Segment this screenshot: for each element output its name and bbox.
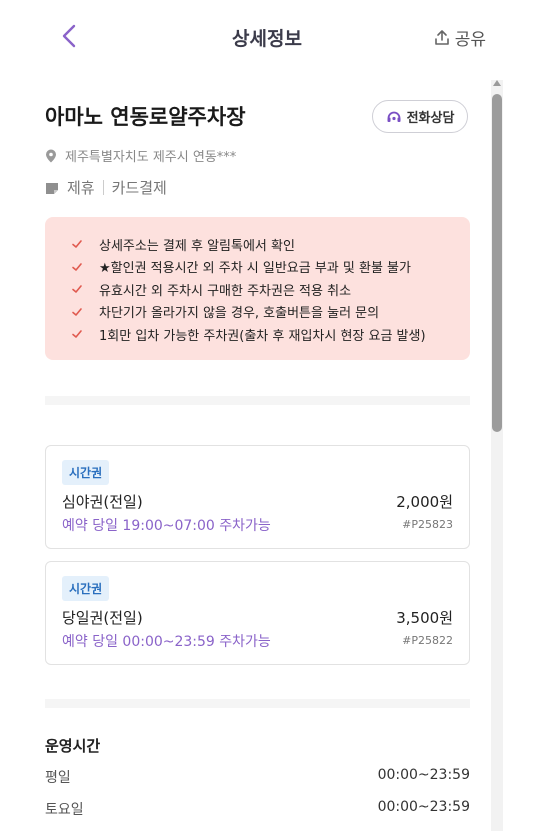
address-row: 제주특별자치도 제주시 연동*** <box>45 146 236 165</box>
card-tag-icon <box>46 182 58 194</box>
check-icon <box>72 262 82 271</box>
operating-hours-value: 00:00~23:59 <box>377 767 470 783</box>
tag-card-payment: 카드결제 <box>111 179 167 197</box>
share-label: 공유 <box>454 30 486 50</box>
check-icon <box>72 240 82 249</box>
operating-hours-title: 운영시간 <box>45 737 101 755</box>
scrollbar-thumb[interactable] <box>492 94 502 432</box>
phone-consult-label: 전화상담 <box>406 111 455 126</box>
section-divider <box>45 396 470 405</box>
notice-text: ★할인권 적용시간 외 주차 시 일반요금 부과 및 환불 불가 <box>99 261 411 277</box>
operating-day: 토요일 <box>45 802 84 818</box>
tag-divider <box>102 180 104 195</box>
notice-item: 상세주소는 결제 후 알림톡에서 확인 <box>71 233 470 256</box>
location-pin-icon <box>46 149 56 162</box>
share-button[interactable]: 공유 <box>433 25 486 50</box>
notice-text: 상세주소는 결제 후 알림톡에서 확인 <box>99 238 295 254</box>
ticket-code: #P25823 <box>402 518 453 531</box>
scroll-up-arrow[interactable] <box>493 80 501 86</box>
ticket-card[interactable]: 시간권 심야권(전일) 2,000원 예약 당일 19:00~07:00 주차가… <box>45 445 470 549</box>
tag-partner: 제휴 <box>67 179 95 197</box>
share-upload-icon <box>434 29 449 45</box>
ticket-name: 심야권(전일) <box>62 493 143 511</box>
notice-box: 상세주소는 결제 후 알림톡에서 확인 ★할인권 적용시간 외 주차 시 일반요… <box>45 217 470 360</box>
notice-item: 1회만 입차 가능한 주차권(출차 후 재입차시 현장 요금 발생) <box>71 323 470 346</box>
notice-item: ★할인권 적용시간 외 주차 시 일반요금 부과 및 환불 불가 <box>71 256 470 279</box>
operating-hours-value: 00:00~23:59 <box>377 799 470 815</box>
address-text: 제주특별자치도 제주시 연동*** <box>65 150 237 165</box>
ticket-time: 예약 당일 00:00~23:59 주차가능 <box>62 634 271 650</box>
phone-consult-button[interactable]: 전화상담 <box>372 100 468 133</box>
operating-hours-row: 평일 00:00~23:59 <box>45 767 470 787</box>
notice-item: 유효시간 외 주차시 구매한 주차권은 적용 취소 <box>71 278 470 301</box>
ticket-time: 예약 당일 19:00~07:00 주차가능 <box>62 518 271 534</box>
check-icon <box>72 285 82 294</box>
ticket-price: 3,500원 <box>396 609 453 627</box>
parking-lot-name: 아마노 연동로얄주차장 <box>45 105 246 129</box>
ticket-code: #P25822 <box>402 634 453 647</box>
check-icon <box>72 307 82 316</box>
check-icon <box>72 330 82 339</box>
operating-hours-row: 토요일 00:00~23:59 <box>45 799 470 819</box>
ticket-price: 2,000원 <box>396 493 453 511</box>
app-header: 상세정보 공유 <box>0 0 534 70</box>
headset-icon <box>387 111 401 122</box>
ticket-type-badge: 시간권 <box>62 576 110 601</box>
tag-row: 제휴 카드결제 <box>45 177 167 198</box>
notice-text: 차단기가 올라가지 않을 경우, 호출버튼을 눌러 문의 <box>99 306 380 322</box>
operating-day: 평일 <box>45 770 71 786</box>
ticket-card[interactable]: 시간권 당일권(전일) 3,500원 예약 당일 00:00~23:59 주차가… <box>45 561 470 665</box>
notice-item: 차단기가 올라가지 않을 경우, 호출버튼을 눌러 문의 <box>71 301 470 324</box>
notice-text: 1회만 입차 가능한 주차권(출차 후 재입차시 현장 요금 발생) <box>99 328 426 344</box>
ticket-type-badge: 시간권 <box>62 460 110 485</box>
notice-text: 유효시간 외 주차시 구매한 주차권은 적용 취소 <box>99 283 352 299</box>
section-divider <box>45 699 470 708</box>
ticket-name: 당일권(전일) <box>62 609 143 627</box>
